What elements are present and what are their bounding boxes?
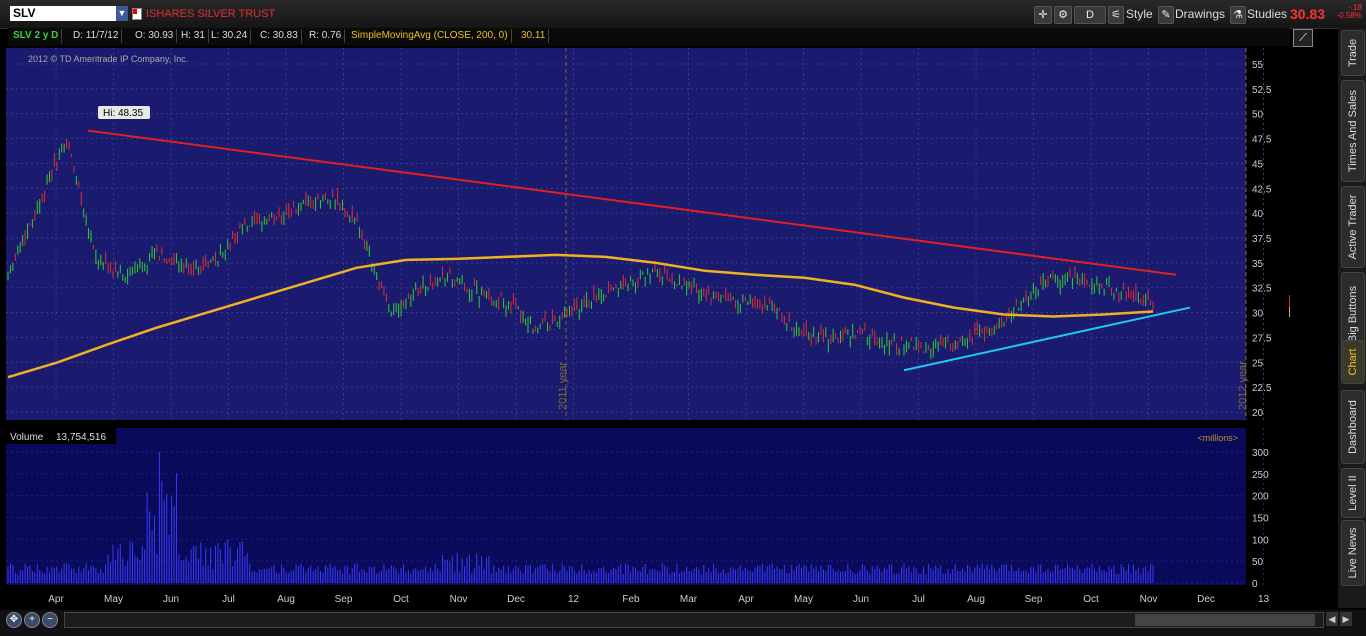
top-toolbar: SLV ▼ ISHARES SILVER TRUST ✛ ⚙ D ⚟ Style… xyxy=(0,0,1366,29)
volume-tick-label: 50 xyxy=(1252,557,1264,568)
price-tick-label: 20 xyxy=(1252,408,1264,419)
price-tick-label: 30 xyxy=(1252,309,1264,320)
price-pane-bg xyxy=(6,48,1246,420)
chart-info-bar: SLV 2 y D D: 11/7/12 O: 30.93 H: 31 L: 3… xyxy=(8,28,1290,46)
volume-tick-label: 0 xyxy=(1252,579,1258,590)
tab-dashboard[interactable]: Dashboard xyxy=(1341,390,1365,464)
time-axis-label: Oct xyxy=(393,594,409,605)
time-axis-label: Aug xyxy=(277,594,295,605)
time-axis-label: Apr xyxy=(738,594,754,605)
bar-range: R: 0.76 xyxy=(306,29,346,43)
time-axis-label: 12 xyxy=(568,594,580,605)
time-axis-label: May xyxy=(794,594,813,605)
price-tick-label: 55 xyxy=(1252,60,1264,71)
price-tick-label: 47.5 xyxy=(1252,135,1272,146)
last-price-tag xyxy=(1289,295,1325,308)
volume-tick-label: 250 xyxy=(1252,470,1269,481)
time-axis-label: Sep xyxy=(1025,594,1043,605)
hi-label: Hi: 48.35 xyxy=(103,108,143,119)
price-tick-label: 42.5 xyxy=(1252,184,1272,195)
scroll-right-icon[interactable]: ▶ xyxy=(1340,612,1352,626)
time-axis-label: Apr xyxy=(48,594,64,605)
studies-button[interactable]: Studies xyxy=(1247,7,1287,21)
millions-label: <millions> xyxy=(1197,433,1238,443)
time-axis-label: Dec xyxy=(507,594,525,605)
time-axis-label: May xyxy=(104,594,123,605)
time-axis-label: Oct xyxy=(1083,594,1099,605)
time-axis-label: Nov xyxy=(1140,594,1158,605)
volume-label: Volume xyxy=(10,432,44,443)
volume-value: 13,754,516 xyxy=(56,432,106,443)
price-tick-label: 27.5 xyxy=(1252,333,1272,344)
scroll-thumb[interactable] xyxy=(1135,614,1315,626)
time-axis-label: Nov xyxy=(450,594,468,605)
price-tick-label: 40 xyxy=(1252,209,1264,220)
tab-active-trader[interactable]: Active Trader xyxy=(1341,186,1365,268)
zoom-out-icon[interactable]: − xyxy=(42,612,58,628)
copyright-text: 2012 © TD Ameritrade IP Company, Inc. xyxy=(28,54,188,64)
symbol-dropdown-icon[interactable]: ▼ xyxy=(116,6,128,21)
side-tab-bar: Trade Times And Sales Active Trader Big … xyxy=(1338,28,1366,608)
price-tick-label: 35 xyxy=(1252,259,1264,270)
time-axis-label: Aug xyxy=(967,594,985,605)
price-tick-label: 25 xyxy=(1252,358,1264,369)
price-change: -.18 -0.58% xyxy=(1336,3,1362,20)
tab-times-and-sales[interactable]: Times And Sales xyxy=(1341,80,1365,182)
bottom-bar: ✥ + − ◀ ▶ xyxy=(0,610,1366,636)
time-axis-label: Jul xyxy=(912,594,925,605)
time-axis-label: Sep xyxy=(335,594,353,605)
tab-trade[interactable]: Trade xyxy=(1341,30,1365,76)
symbol-description: ISHARES SILVER TRUST xyxy=(146,8,276,20)
studies-icon[interactable]: ⚗ xyxy=(1230,6,1246,24)
time-axis-label: Jun xyxy=(853,594,869,605)
bar-low: L: 30.24 xyxy=(208,29,252,43)
bar-high: H: 31 xyxy=(178,29,209,43)
time-axis-label: Mar xyxy=(680,594,698,605)
time-scrollbar[interactable] xyxy=(64,612,1324,628)
drawings-button[interactable]: Drawings xyxy=(1175,7,1225,21)
last-price: 30.83 xyxy=(1290,6,1326,22)
chart-period[interactable]: SLV 2 y D xyxy=(10,29,63,43)
price-tick-label: 22.5 xyxy=(1252,383,1272,394)
price-tick-label: 52.5 xyxy=(1252,85,1272,96)
flag-icon[interactable] xyxy=(132,8,142,20)
time-axis-label: 13 xyxy=(1258,594,1270,605)
chart-area[interactable]: 2012 © TD Ameritrade IP Company, Inc. Hi… xyxy=(6,48,1325,608)
pan-icon[interactable]: ✥ xyxy=(6,612,22,628)
bar-date: D: 11/7/12 xyxy=(70,29,123,43)
volume-tick-label: 200 xyxy=(1252,492,1269,503)
volume-tick-label: 100 xyxy=(1252,535,1269,546)
volume-tick-label: 300 xyxy=(1252,448,1269,459)
time-axis-label: Dec xyxy=(1197,594,1215,605)
aggregation-button[interactable]: D xyxy=(1074,6,1106,24)
price-tick-label: 37.5 xyxy=(1252,234,1272,245)
price-tick-label: 32.5 xyxy=(1252,284,1272,295)
price-chart-svg[interactable]: 2012 © TD Ameritrade IP Company, Inc. Hi… xyxy=(6,48,1325,608)
study-name[interactable]: SimpleMovingAvg (CLOSE, 200, 0) xyxy=(348,29,512,43)
tab-chart[interactable]: Chart xyxy=(1341,340,1365,384)
drawing-tool-icon[interactable]: ⟋ xyxy=(1293,29,1313,47)
bar-open: O: 30.93 xyxy=(132,29,178,43)
style-icon[interactable]: ⚟ xyxy=(1108,6,1124,24)
price-tick-label: 45 xyxy=(1252,159,1264,170)
time-axis-label: Jun xyxy=(163,594,179,605)
year-2012-marker: 2012 year xyxy=(1237,361,1249,410)
time-axis-label: Feb xyxy=(622,594,640,605)
price-tick-label: 50 xyxy=(1252,110,1264,121)
scroll-left-icon[interactable]: ◀ xyxy=(1326,612,1338,626)
year-2011-marker: 2011 year xyxy=(557,362,569,410)
study-value: 30.11 xyxy=(518,29,550,43)
symbol-input[interactable]: SLV xyxy=(10,6,117,21)
bar-close: C: 30.83 xyxy=(257,29,302,43)
sma-price-tag xyxy=(1289,307,1325,317)
time-axis-label: Jul xyxy=(222,594,235,605)
tab-level-ii[interactable]: Level II xyxy=(1341,468,1365,518)
gear-icon[interactable]: ⚙ xyxy=(1054,6,1072,24)
drawings-icon[interactable]: ✎ xyxy=(1158,6,1174,24)
volume-tick-label: 150 xyxy=(1252,514,1269,525)
crosshair-icon[interactable]: ✛ xyxy=(1034,6,1052,24)
style-button[interactable]: Style xyxy=(1126,7,1153,21)
zoom-in-icon[interactable]: + xyxy=(24,612,40,628)
tab-live-news[interactable]: Live News xyxy=(1341,520,1365,586)
